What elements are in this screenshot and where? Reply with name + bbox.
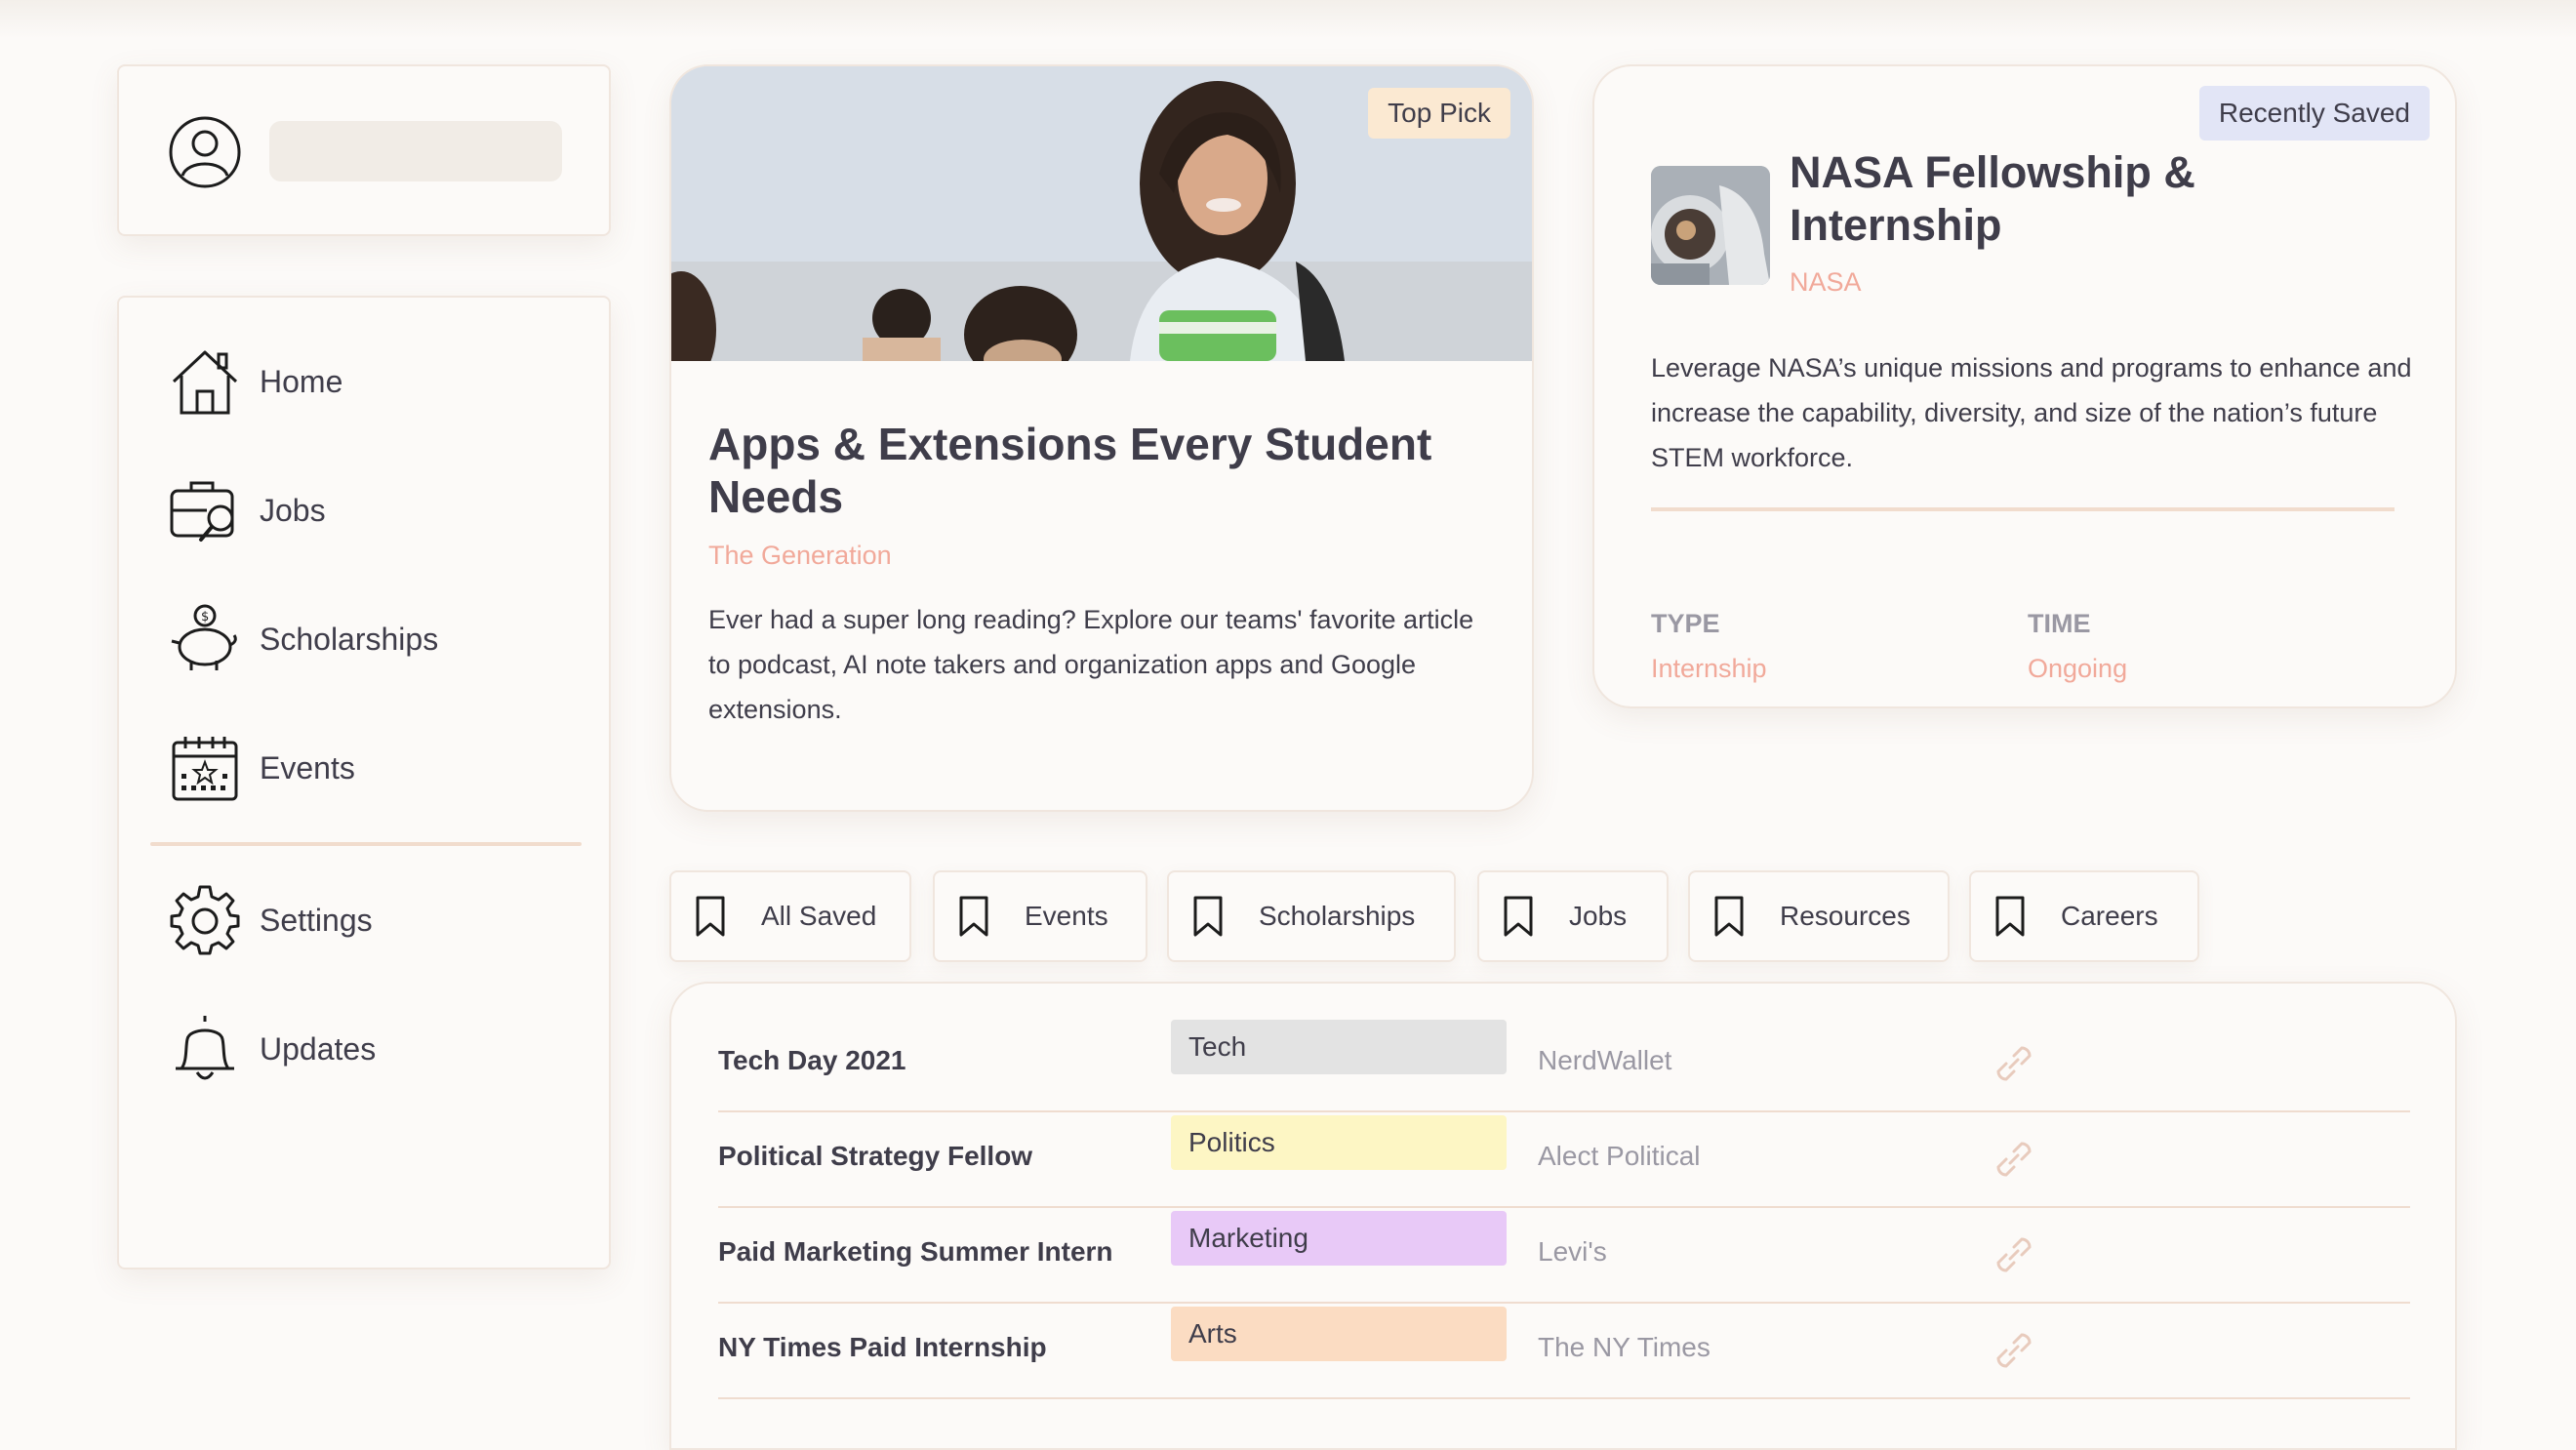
category-tag: Tech	[1171, 1020, 1507, 1074]
tab-resources[interactable]: Resources	[1688, 870, 1950, 962]
bell-icon	[176, 1016, 234, 1080]
hero-image: Top Pick	[671, 66, 1532, 361]
tab-jobs[interactable]: Jobs	[1477, 870, 1669, 962]
bookmark-icon	[1193, 896, 1223, 937]
saved-divider	[1651, 507, 2395, 511]
article-title[interactable]: Apps & Extensions Every Student Needs	[708, 418, 1489, 523]
time-label: TIME	[2028, 609, 2091, 638]
sidebar-item-jobs[interactable]: Jobs	[168, 469, 326, 551]
sidebar-nav: Home Jobs $ Scholarships Events Settings…	[117, 296, 611, 1269]
briefcase-icon	[170, 481, 234, 542]
tab-label: Resources	[1780, 901, 1911, 931]
saved-items-table: Tech Day 2021 Tech NerdWallet Political …	[669, 982, 2457, 1450]
table-row[interactable]: NY Times Paid Internship Arts The NY Tim…	[718, 1304, 2410, 1399]
item-organization: Alect Political	[1538, 1141, 1701, 1171]
sidebar-item-label: Updates	[260, 1030, 377, 1067]
gear-icon	[170, 885, 240, 955]
table-row[interactable]: Political Strategy Fellow Politics Alect…	[718, 1112, 2410, 1208]
featured-article-card[interactable]: Top Pick Apps & Extensions Every Student…	[669, 64, 1534, 812]
home-icon	[172, 350, 238, 415]
item-organization: The NY Times	[1538, 1332, 1711, 1362]
item-organization: NerdWallet	[1538, 1045, 1672, 1075]
sidebar-item-label: Home	[260, 363, 343, 399]
bookmark-icon	[1995, 896, 2025, 937]
piggy-bank-icon: $	[171, 604, 237, 670]
category-tag: Arts	[1171, 1307, 1507, 1361]
sidebar-item-events[interactable]: Events	[168, 727, 355, 809]
tab-events[interactable]: Events	[933, 870, 1147, 962]
sidebar-item-updates[interactable]: Updates	[168, 1008, 376, 1090]
tab-label: Jobs	[1569, 901, 1628, 931]
bookmark-icon	[959, 896, 988, 937]
calendar-icon	[172, 737, 238, 801]
article-source[interactable]: The Generation	[708, 541, 892, 571]
recently-saved-badge: Recently Saved	[2198, 86, 2430, 141]
tab-label: Scholarships	[1259, 901, 1416, 931]
link-icon[interactable]	[1987, 1036, 2041, 1091]
type-label: TYPE	[1651, 609, 1720, 638]
bookmark-icon	[1504, 896, 1533, 937]
sidebar-item-label: Settings	[260, 902, 373, 938]
tab-careers[interactable]: Careers	[1969, 870, 2199, 962]
recently-saved-card[interactable]: Recently Saved NASA Fellowship & Interns…	[1592, 64, 2457, 708]
link-icon[interactable]	[1987, 1323, 2041, 1378]
sidebar-item-label: Scholarships	[260, 621, 439, 657]
article-description: Ever had a super long reading? Explore o…	[708, 605, 1474, 724]
table-row[interactable]: Paid Marketing Summer Intern Marketing L…	[718, 1208, 2410, 1304]
top-pick-badge: Top Pick	[1368, 88, 1510, 139]
saved-title[interactable]: NASA Fellowship & Internship	[1790, 146, 2238, 252]
item-name[interactable]: NY Times Paid Internship	[718, 1304, 1047, 1391]
top-shadow	[0, 0, 2576, 39]
sidebar-item-settings[interactable]: Settings	[168, 879, 373, 961]
link-icon[interactable]	[1987, 1132, 2041, 1187]
table-row[interactable]: Tech Day 2021 Tech NerdWallet	[718, 1017, 2410, 1112]
sidebar-item-label: Events	[260, 749, 355, 785]
profile-card[interactable]	[117, 64, 611, 236]
link-icon[interactable]	[1987, 1228, 2041, 1282]
saved-description: Leverage NASA’s unique missions and prog…	[1651, 353, 2412, 472]
bookmark-icon	[1714, 896, 1744, 937]
tab-scholarships[interactable]: Scholarships	[1167, 870, 1456, 962]
sidebar-divider	[150, 842, 582, 846]
category-tag: Marketing	[1171, 1211, 1507, 1266]
sidebar-item-home[interactable]: Home	[168, 341, 342, 423]
tab-label: Events	[1025, 901, 1108, 931]
saved-organization[interactable]: NASA	[1790, 267, 1862, 298]
user-circle-icon	[169, 116, 241, 188]
item-organization: Levi's	[1538, 1236, 1607, 1267]
item-name[interactable]: Paid Marketing Summer Intern	[718, 1208, 1113, 1296]
bookmark-icon	[696, 896, 725, 937]
item-name[interactable]: Political Strategy Fellow	[718, 1112, 1032, 1200]
tab-label: Careers	[2061, 901, 2158, 931]
category-tag: Politics	[1171, 1115, 1507, 1170]
svg-text:$: $	[201, 610, 209, 624]
username-placeholder	[269, 121, 562, 181]
astronaut-thumbnail	[1651, 166, 1770, 285]
tab-all-saved[interactable]: All Saved	[669, 870, 911, 962]
sidebar-item-scholarships[interactable]: $ Scholarships	[168, 598, 438, 680]
type-value: Internship	[1651, 654, 1767, 683]
time-value: Ongoing	[2028, 654, 2128, 683]
item-name[interactable]: Tech Day 2021	[718, 1017, 906, 1105]
sidebar-item-label: Jobs	[260, 492, 326, 528]
tab-label: All Saved	[761, 901, 877, 931]
